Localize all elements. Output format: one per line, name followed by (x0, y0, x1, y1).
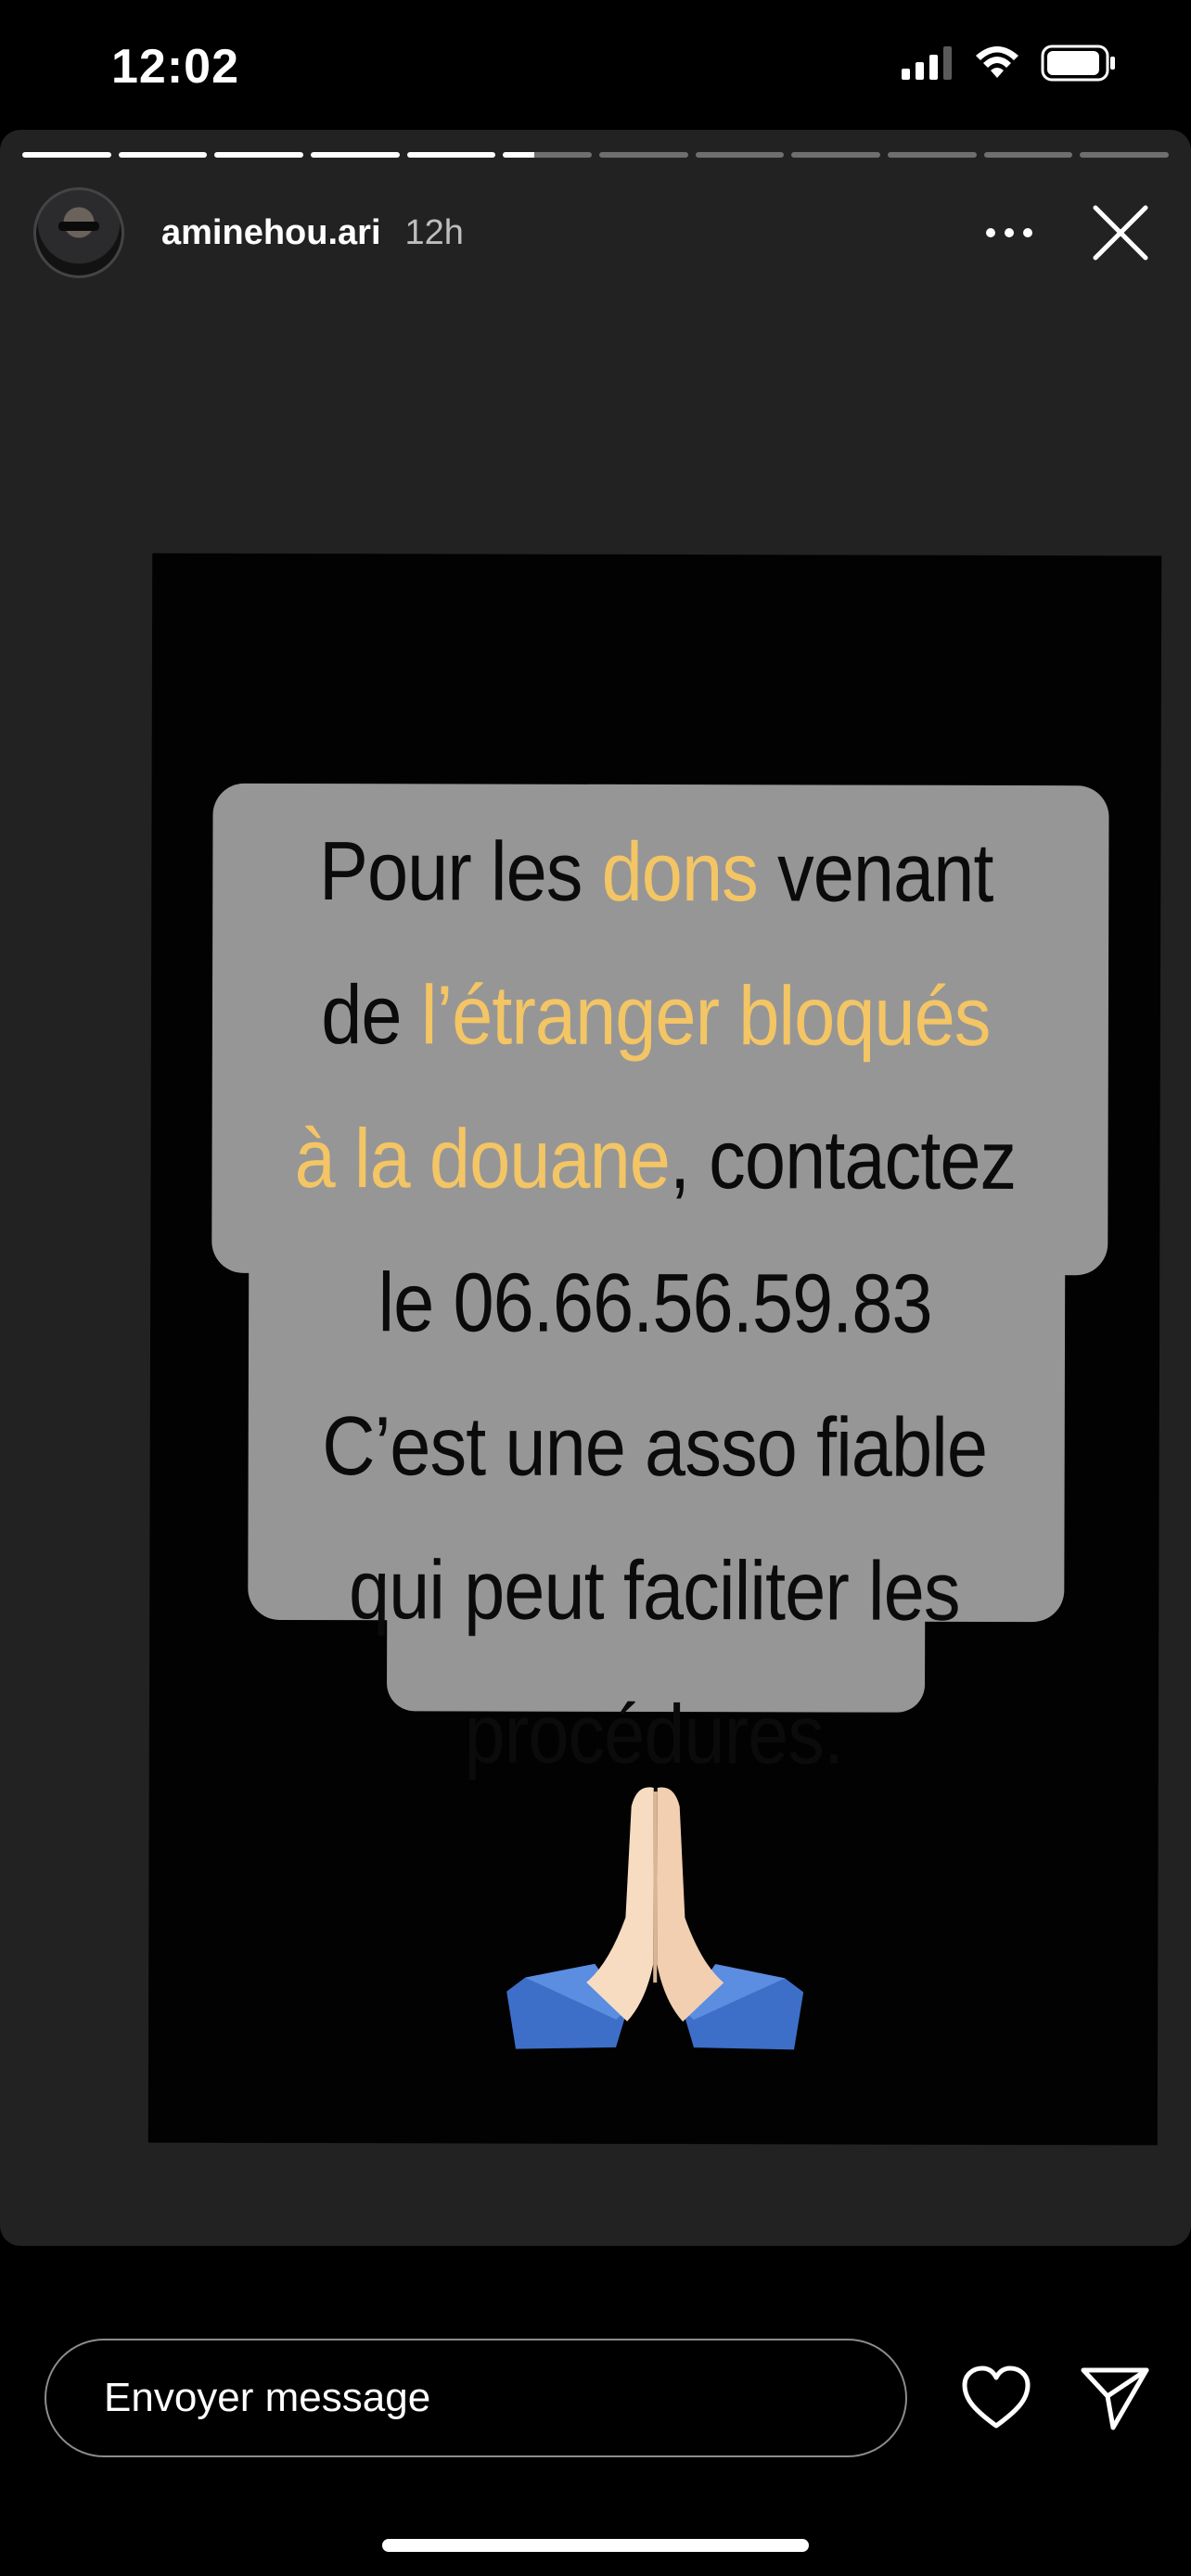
story-text-line: de l’étranger bloqués (236, 944, 1075, 1090)
story-text-run: Pour les (318, 825, 602, 919)
progress-segment (695, 152, 785, 158)
praying-hands-icon (506, 1787, 804, 2050)
status-bar: 12:02 (0, 0, 1191, 130)
highlighted-text: dons (601, 825, 759, 920)
wifi-icon (976, 46, 1018, 78)
progress-segment (22, 152, 111, 158)
story-card[interactable]: aminehou.ari 12h Pour les dons venant de… (0, 130, 1191, 2246)
story-timestamp: 12h (404, 212, 464, 252)
highlighted-text: l’étranger bloqués (420, 969, 991, 1064)
story-text-run: , contactez (669, 1114, 1017, 1208)
story-image: Pour les dons venant de l’étranger bloqué… (147, 553, 1162, 2146)
story-header: aminehou.ari 12h (33, 182, 1158, 284)
story-text-line: C’est une asso fiable (235, 1375, 1074, 1521)
story-text-line: Pour les dons venant (237, 800, 1076, 946)
status-icons (902, 45, 1117, 82)
username[interactable]: aminehou.ari (161, 213, 381, 253)
story-progress-bar (22, 152, 1170, 158)
progress-segment-fill (503, 152, 534, 158)
progress-segment-fill (406, 152, 496, 158)
story-text-run: le 06.66.56.59.83 (378, 1256, 932, 1351)
story-message-text: Pour les dons venant de l’étranger bloqué… (234, 800, 1075, 1808)
battery-icon (1041, 45, 1115, 82)
story-text-run: C’est une asso fiable (322, 1400, 988, 1495)
progress-segment (888, 152, 977, 158)
story-screen: 12:02 aminehou.ari 12h Pour les dons ven… (0, 0, 1191, 2576)
send-icon (1081, 2367, 1149, 2430)
close-icon (1093, 205, 1148, 261)
story-text-run: venant (757, 826, 993, 920)
story-text-line: à la douane, contactez (236, 1088, 1075, 1233)
story-text-run: de (321, 969, 421, 1063)
highlighted-text: à la douane (294, 1112, 671, 1207)
story-text-line: qui peut faciliter les (235, 1519, 1074, 1664)
more-options-icon (986, 228, 1032, 237)
progress-segment (1080, 152, 1170, 158)
progress-segment-fill (118, 152, 208, 158)
close-button[interactable] (1083, 196, 1158, 270)
progress-segment-fill (214, 152, 304, 158)
home-indicator[interactable] (382, 2539, 809, 2552)
progress-segment (214, 152, 304, 158)
status-time: 12:02 (111, 40, 239, 94)
story-text-run: qui peut faciliter les (348, 1544, 960, 1639)
like-button[interactable] (957, 2359, 1035, 2437)
message-input[interactable] (45, 2339, 907, 2457)
send-button[interactable] (1076, 2359, 1154, 2437)
story-text-run: procédures. (464, 1688, 844, 1782)
more-options-button[interactable] (972, 196, 1046, 270)
progress-segment-fill (22, 152, 111, 158)
progress-segment (983, 152, 1073, 158)
avatar[interactable] (33, 187, 124, 278)
reply-bar (0, 2318, 1191, 2467)
story-text-line: le 06.66.56.59.83 (236, 1231, 1075, 1377)
progress-segment (791, 152, 881, 158)
progress-segment (406, 152, 496, 158)
progress-segment (311, 152, 400, 158)
progress-segment (503, 152, 593, 158)
progress-segment (118, 152, 208, 158)
progress-segment (599, 152, 688, 158)
progress-segment-fill (311, 152, 400, 158)
heart-icon (962, 2366, 1031, 2429)
signal-icon (902, 46, 952, 80)
